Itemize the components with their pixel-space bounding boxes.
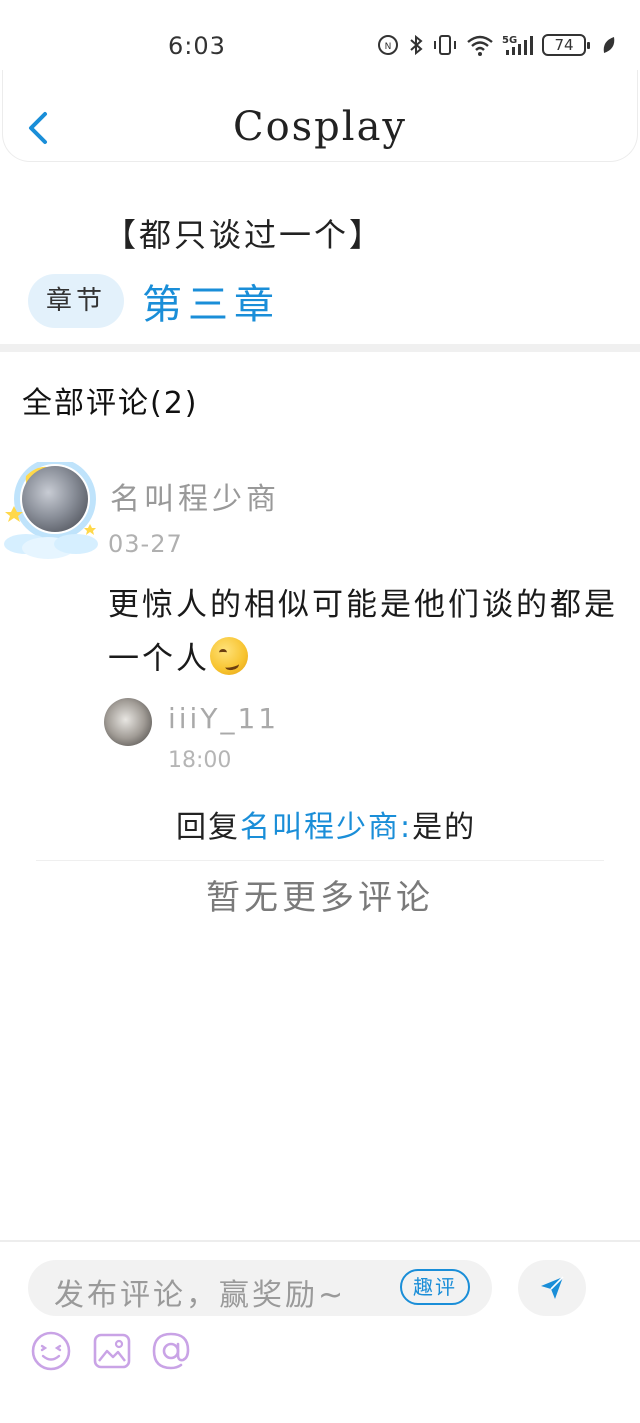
svg-text:5G: 5G [502,35,517,46]
battery-indicator: 74 [542,34,590,56]
section-divider [0,344,640,352]
comment-text-block[interactable]: 更惊人的相似可能是他们谈的都是一个人 [108,578,623,686]
send-icon [541,1276,564,1299]
chapter-link[interactable]: 第三章 [142,272,280,330]
no-more-comments: 暂无更多评论 [206,878,434,918]
comments-header: 全部评论(2) [22,386,199,421]
comment-author[interactable]: 名叫程少商 [110,474,280,518]
avatar-image [22,466,88,532]
leaf-icon [603,37,615,53]
signal-5g-icon: 5G [502,35,533,55]
nfc-icon: N [378,35,398,55]
comment-input-placeholder: 发布评论，赢奖励~ [54,1278,347,1313]
status-icons: N 5G 74 [376,33,618,57]
reply-mention-link[interactable]: 名叫程少商: [240,810,412,845]
status-time: 6:03 [168,32,226,60]
svg-text:N: N [385,42,392,52]
bluetooth-icon [410,34,423,56]
reply-text: 是的 [412,810,477,845]
comment-date: 03-27 [108,530,183,558]
list-divider [36,860,604,861]
page-title: Cosplay [232,104,408,150]
chapter-tag: 章节 [28,274,124,328]
book-title: 【都只谈过一个】 [104,216,385,254]
reply-text-block[interactable]: 回复名叫程少商:是的 [176,802,476,846]
wifi-icon [467,35,493,56]
reply-prefix: 回复 [176,810,240,845]
quping-badge[interactable]: 趣评 [400,1269,470,1305]
image-icon[interactable] [91,1330,133,1372]
at-icon[interactable] [150,1330,192,1372]
comment-text: 更惊人的相似可能是他们谈的都是一个人 [108,587,618,677]
reply-avatar[interactable] [104,698,152,746]
header-bar: Cosplay [2,70,638,162]
emoji-icon[interactable] [30,1330,72,1372]
comment-input[interactable]: 发布评论，赢奖励~ 趣评 [28,1260,492,1316]
reply-author[interactable]: iiiY_11 [168,702,279,735]
send-button[interactable] [518,1260,586,1316]
avatar[interactable] [2,462,100,564]
comment-page: 6:03 N 5G 74 Cosplay 【都只谈过一个】 章节 第三章 全部评… [0,0,640,1423]
smirk-emoji-icon [210,637,248,675]
reply-time: 18:00 [168,748,232,773]
chapter-row: 章节 第三章 [28,272,280,330]
vibrate-icon [434,35,456,55]
